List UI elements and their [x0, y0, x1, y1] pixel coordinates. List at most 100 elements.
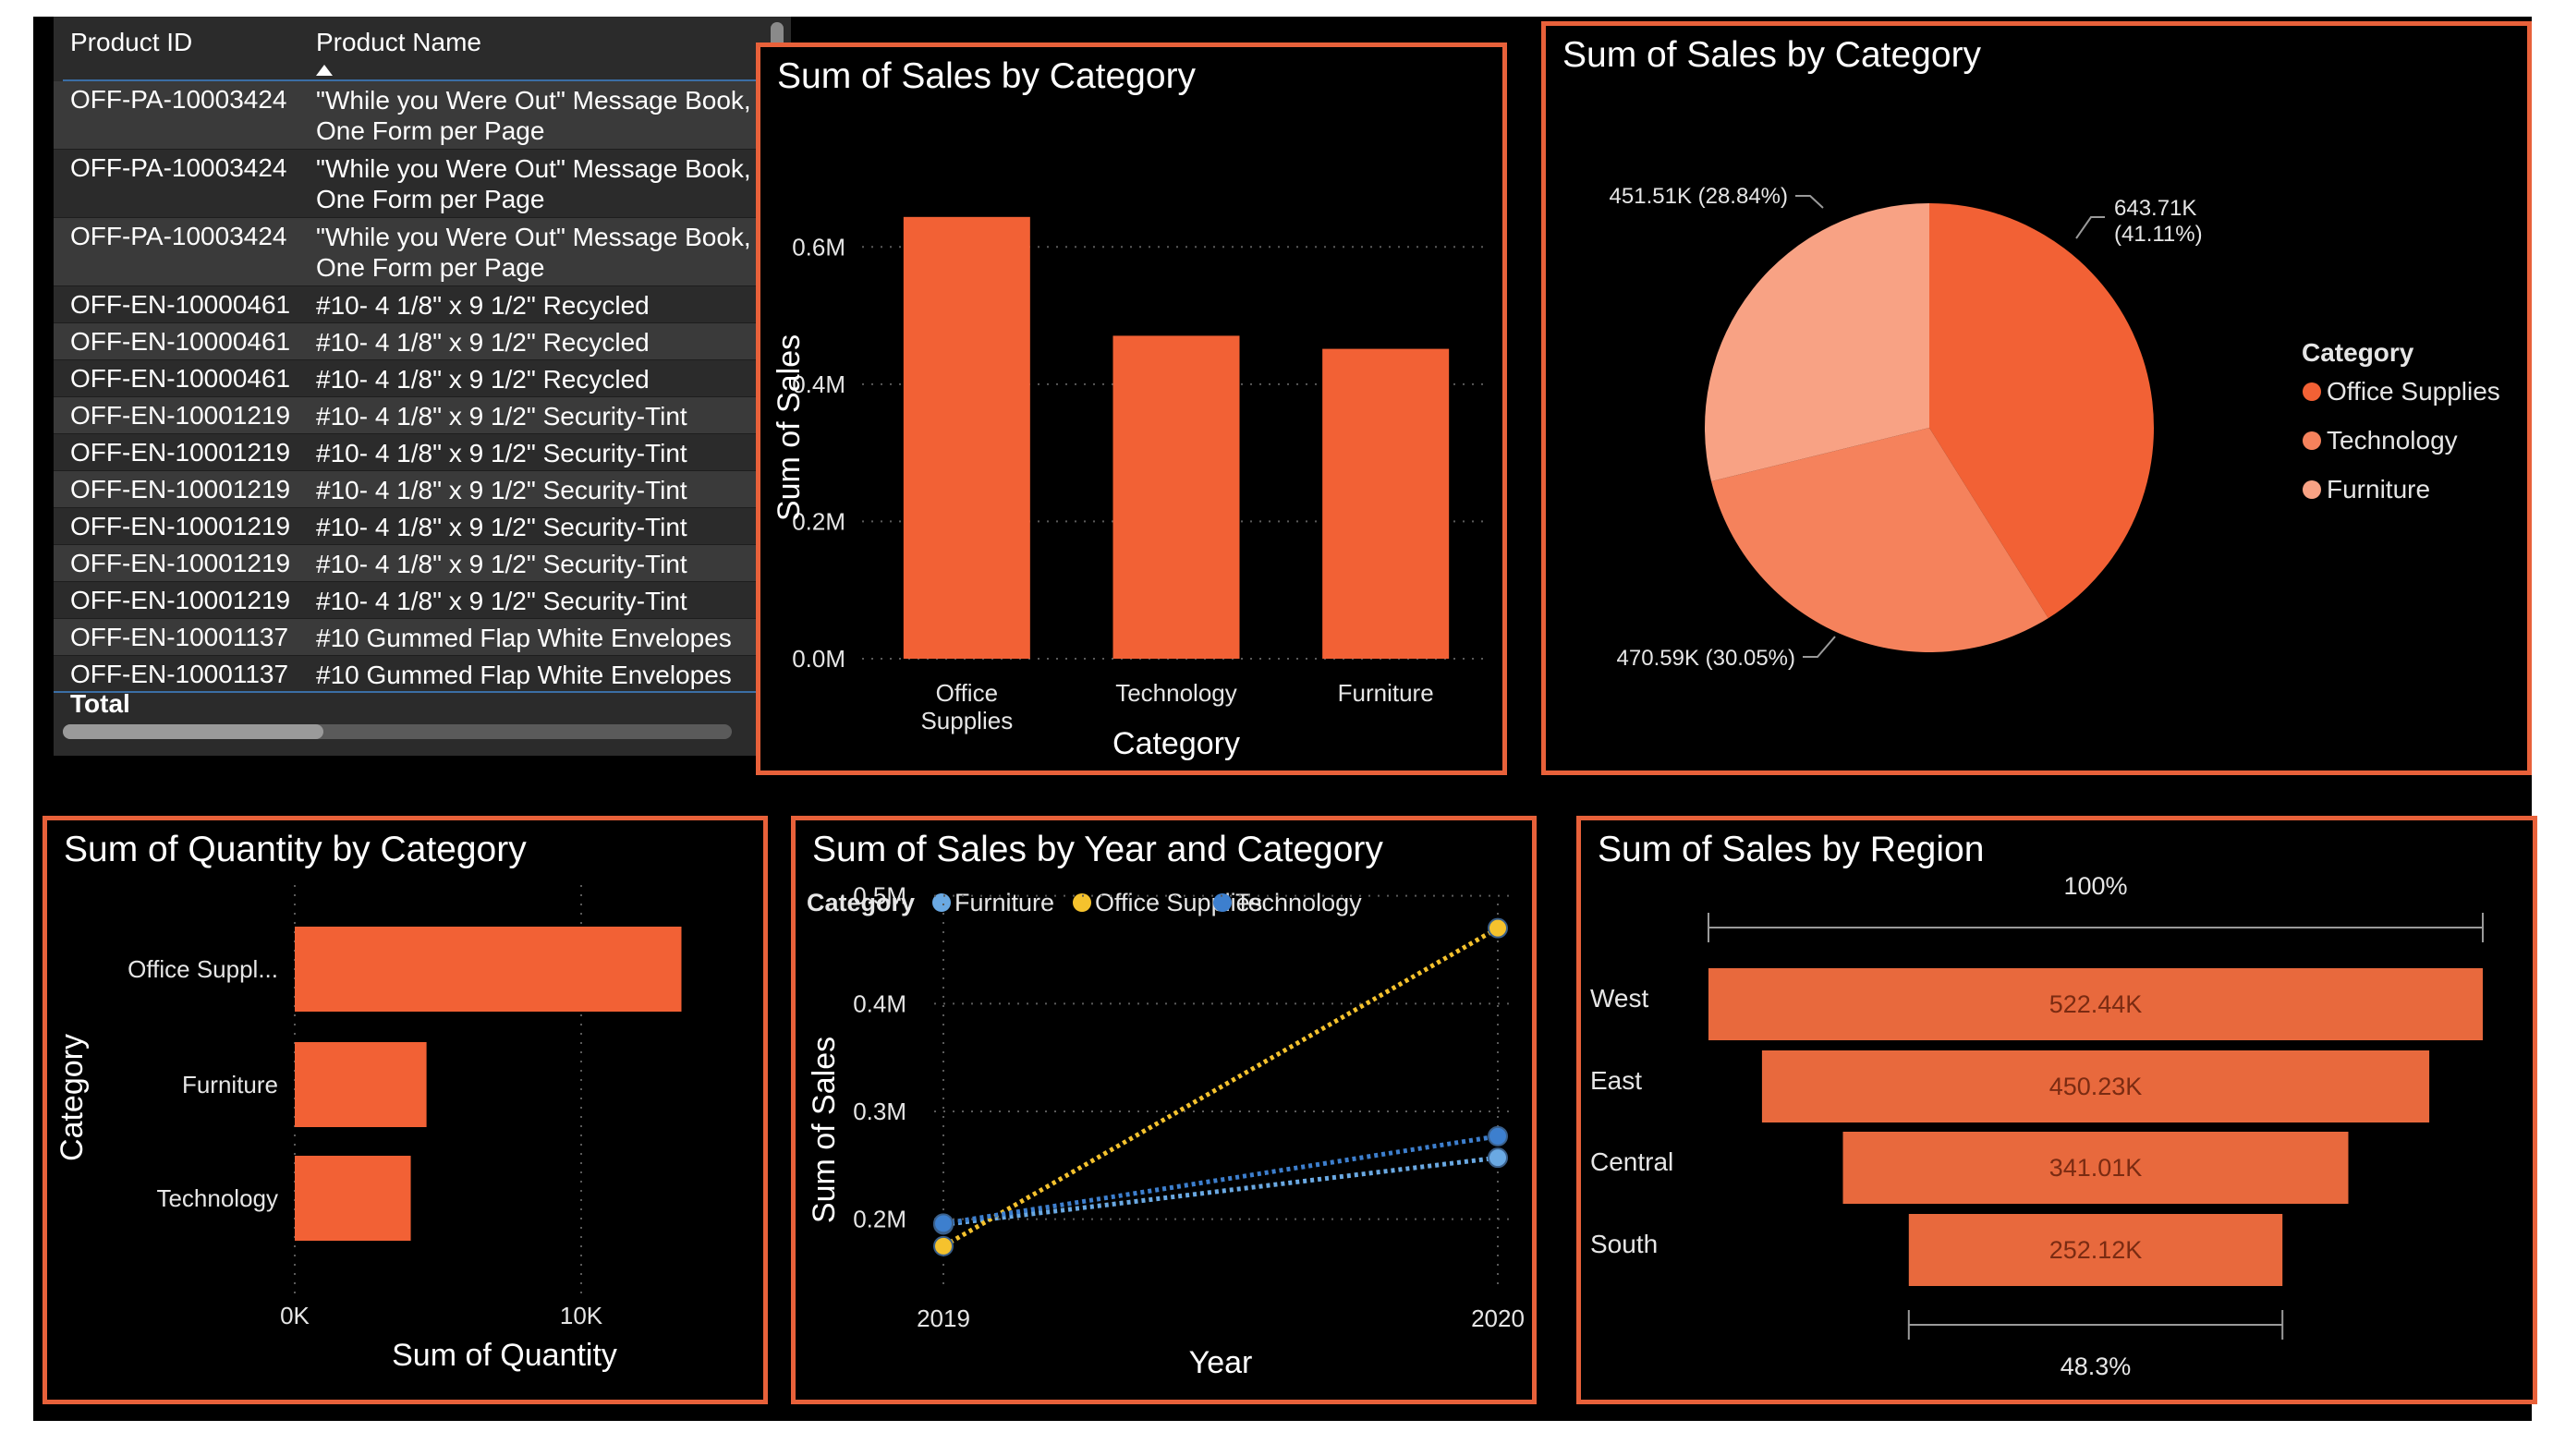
legend-title: Category — [2302, 338, 2414, 367]
funnel-value-label: 522.44K — [2049, 990, 2143, 1018]
product-name-cell: #10- 4 1/8" x 9 1/2" Security-Tint Envel… — [316, 587, 687, 618]
table-row[interactable]: OFF-EN-10001137 #10 Gummed Flap White Env… — [54, 656, 763, 693]
product-name-cell: "While you Were Out" Message Book, One F… — [316, 154, 751, 213]
product-name-cell: #10- 4 1/8" x 9 1/2" Recycled Envelopes — [316, 328, 650, 359]
leader-line — [1795, 195, 1824, 209]
legend-label: Furniture — [954, 889, 1054, 916]
table-row[interactable]: OFF-EN-10001219 #10- 4 1/8" x 9 1/2" Secu… — [54, 545, 763, 582]
bar-office-supplies — [903, 216, 1030, 659]
sales-by-region-panel[interactable]: Sum of Sales by Region 100% 522.44K West 45… — [1576, 816, 2537, 1404]
y-axis-title: Category — [55, 1034, 90, 1161]
sales-by-year-category-panel[interactable]: Sum of Sales by Year and Category Catego… — [791, 816, 1537, 1404]
product-name-cell: #10- 4 1/8" x 9 1/2" Security-Tint Envel… — [316, 513, 687, 544]
legend-label: Technology — [2327, 426, 2458, 455]
series-line-technology — [942, 1134, 1499, 1226]
table-row[interactable]: OFF-EN-10001137 #10 Gummed Flap White Env… — [54, 619, 763, 656]
column-header-product-name[interactable]: Product Name — [316, 28, 481, 57]
bar-furniture — [295, 1042, 427, 1127]
x-tick-label: 2020 — [1471, 1304, 1525, 1332]
y-tick-label: 0.4M — [853, 989, 906, 1017]
table-row[interactable]: OFF-PA-10003424 "While you Were Out" Mess… — [54, 218, 763, 286]
y-tick-label: Technology — [156, 1184, 278, 1212]
table-row[interactable]: OFF-PA-10003424 "While you Were Out" Mess… — [54, 150, 763, 218]
bar-furniture — [1322, 348, 1450, 659]
quantity-by-category-panel[interactable]: Sum of Quantity by Category 0K 10K Office … — [43, 816, 768, 1404]
product-id-cell: OFF-PA-10003424 — [70, 153, 287, 182]
product-name-cell: #10- 4 1/8" x 9 1/2" Security-Tint Envel… — [316, 402, 687, 433]
horizontal-scrollbar[interactable] — [63, 724, 732, 739]
x-tick-label: 2019 — [917, 1304, 970, 1332]
product-id-cell: OFF-EN-10000461 — [70, 327, 291, 356]
product-id-cell: OFF-EN-10001219 — [70, 438, 291, 467]
product-id-cell: OFF-EN-10001219 — [70, 401, 291, 430]
product-name-cell: #10 Gummed Flap White Envelopes — [316, 661, 732, 689]
product-table[interactable]: Product ID Product Name OFF-PA-10003424 "… — [54, 17, 791, 756]
product-id-cell: OFF-EN-10001219 — [70, 586, 291, 614]
table-row[interactable]: OFF-EN-10000461 #10- 4 1/8" x 9 1/2" Recy… — [54, 360, 763, 397]
table-row[interactable]: OFF-EN-10001219 #10- 4 1/8" x 9 1/2" Secu… — [54, 434, 763, 471]
legend-marker — [2303, 382, 2321, 401]
x-tick-label: Furniture — [1338, 679, 1434, 707]
product-id-cell: OFF-PA-10003424 — [70, 222, 287, 250]
series-line-office-supplies — [942, 926, 1500, 1249]
data-point — [933, 1213, 954, 1234]
table-total-label: Total — [70, 689, 130, 718]
y-tick-label: 0.0M — [792, 645, 845, 673]
x-tick-label: 0K — [280, 1302, 310, 1329]
sales-by-category-pie-chart: 643.71K(41.11%) 451.51K (28.84%) 470.59K (… — [1610, 184, 2500, 671]
dashboard-canvas: Product ID Product Name OFF-PA-10003424 "… — [33, 17, 2537, 1421]
y-tick-label: Furniture — [182, 1071, 278, 1098]
product-id-cell: OFF-EN-10001137 — [70, 660, 289, 688]
y-tick-label: 0.2M — [853, 1206, 906, 1233]
legend-marker — [2303, 431, 2321, 450]
funnel-category-label: West — [1590, 984, 1648, 1013]
bar-technology — [1112, 335, 1240, 659]
table-row[interactable]: OFF-EN-10000461 #10- 4 1/8" x 9 1/2" Recy… — [54, 323, 763, 360]
top-percent-label: 100% — [2063, 872, 2127, 900]
product-name-cell: "While you Were Out" Message Book, One F… — [316, 223, 751, 282]
funnel-value-label: 450.23K — [2049, 1073, 2143, 1100]
data-label-technology: 470.59K (30.05%) — [1617, 646, 1795, 671]
sales-by-category-bar-chart: 0.0M0.2M0.4M0.6MOffice SuppliesTechnology… — [772, 216, 1490, 761]
data-point — [1488, 1147, 1508, 1169]
x-tick-label: Office Supplies — [920, 679, 1013, 734]
y-tick-label: 0.6M — [792, 233, 845, 261]
funnel-category-label: East — [1590, 1066, 1642, 1095]
column-header-product-id[interactable]: Product ID — [70, 28, 192, 57]
x-axis-title: Year — [1189, 1345, 1253, 1380]
sales-by-region-funnel-chart: 100% 522.44K West 450.23K East 341.01K Central… — [1590, 872, 2484, 1380]
table-body: OFF-PA-10003424 "While you Were Out" Mess… — [54, 81, 763, 693]
table-row[interactable]: OFF-EN-10001219 #10- 4 1/8" x 9 1/2" Secu… — [54, 471, 763, 508]
legend-marker — [2303, 480, 2321, 499]
product-name-cell: #10- 4 1/8" x 9 1/2" Security-Tint Envel… — [316, 550, 687, 581]
funnel-value-label: 252.12K — [2049, 1236, 2143, 1264]
product-id-cell: OFF-EN-10001137 — [70, 623, 289, 651]
table-row[interactable]: OFF-PA-10003424 "While you Were Out" Mess… — [54, 81, 763, 150]
sort-ascending-icon[interactable] — [316, 65, 333, 76]
y-tick-label: 0.5M — [853, 882, 906, 910]
x-tick-label: 10K — [560, 1302, 603, 1329]
leader-line — [2075, 216, 2105, 239]
table-row[interactable]: OFF-EN-10000461 #10- 4 1/8" x 9 1/2" Recy… — [54, 286, 763, 323]
bar-technology — [295, 1156, 411, 1241]
sales-by-category-pie-panel[interactable]: Sum of Sales by Category 643.71K (41.11%)… — [1541, 21, 2532, 775]
funnel-category-label: South — [1590, 1230, 1658, 1258]
product-id-cell: OFF-EN-10001219 — [70, 549, 291, 577]
data-label-office-supplies: 643.71K — [2114, 196, 2196, 221]
quantity-by-category-bar-chart: 0K 10K Office Suppl... Furniture Technology S… — [55, 885, 682, 1373]
product-name-cell: #10- 4 1/8" x 9 1/2" Recycled Envelopes — [316, 365, 650, 396]
table-row[interactable]: OFF-EN-10001219 #10- 4 1/8" x 9 1/2" Secu… — [54, 582, 763, 619]
legend-label: Furniture — [2327, 475, 2430, 504]
product-id-cell: OFF-PA-10003424 — [70, 85, 287, 114]
y-axis-title: Sum of Sales — [807, 1037, 842, 1223]
sales-by-category-bar-panel[interactable]: Sum of Sales by Category 0.0M 0.2M 0.4M 0.6… — [756, 42, 1507, 775]
x-axis-title: Category — [1112, 726, 1240, 761]
horizontal-scrollbar-thumb[interactable] — [63, 724, 323, 739]
y-axis-title: Sum of Sales — [772, 334, 807, 521]
data-point — [1488, 1125, 1508, 1147]
table-row[interactable]: OFF-EN-10001219 #10- 4 1/8" x 9 1/2" Secu… — [54, 397, 763, 434]
y-tick-label: 0.3M — [853, 1098, 906, 1125]
y-tick-label: Office Suppl... — [128, 955, 278, 983]
table-row[interactable]: OFF-EN-10001219 #10- 4 1/8" x 9 1/2" Secu… — [54, 508, 763, 545]
leader-line — [1803, 636, 1836, 658]
